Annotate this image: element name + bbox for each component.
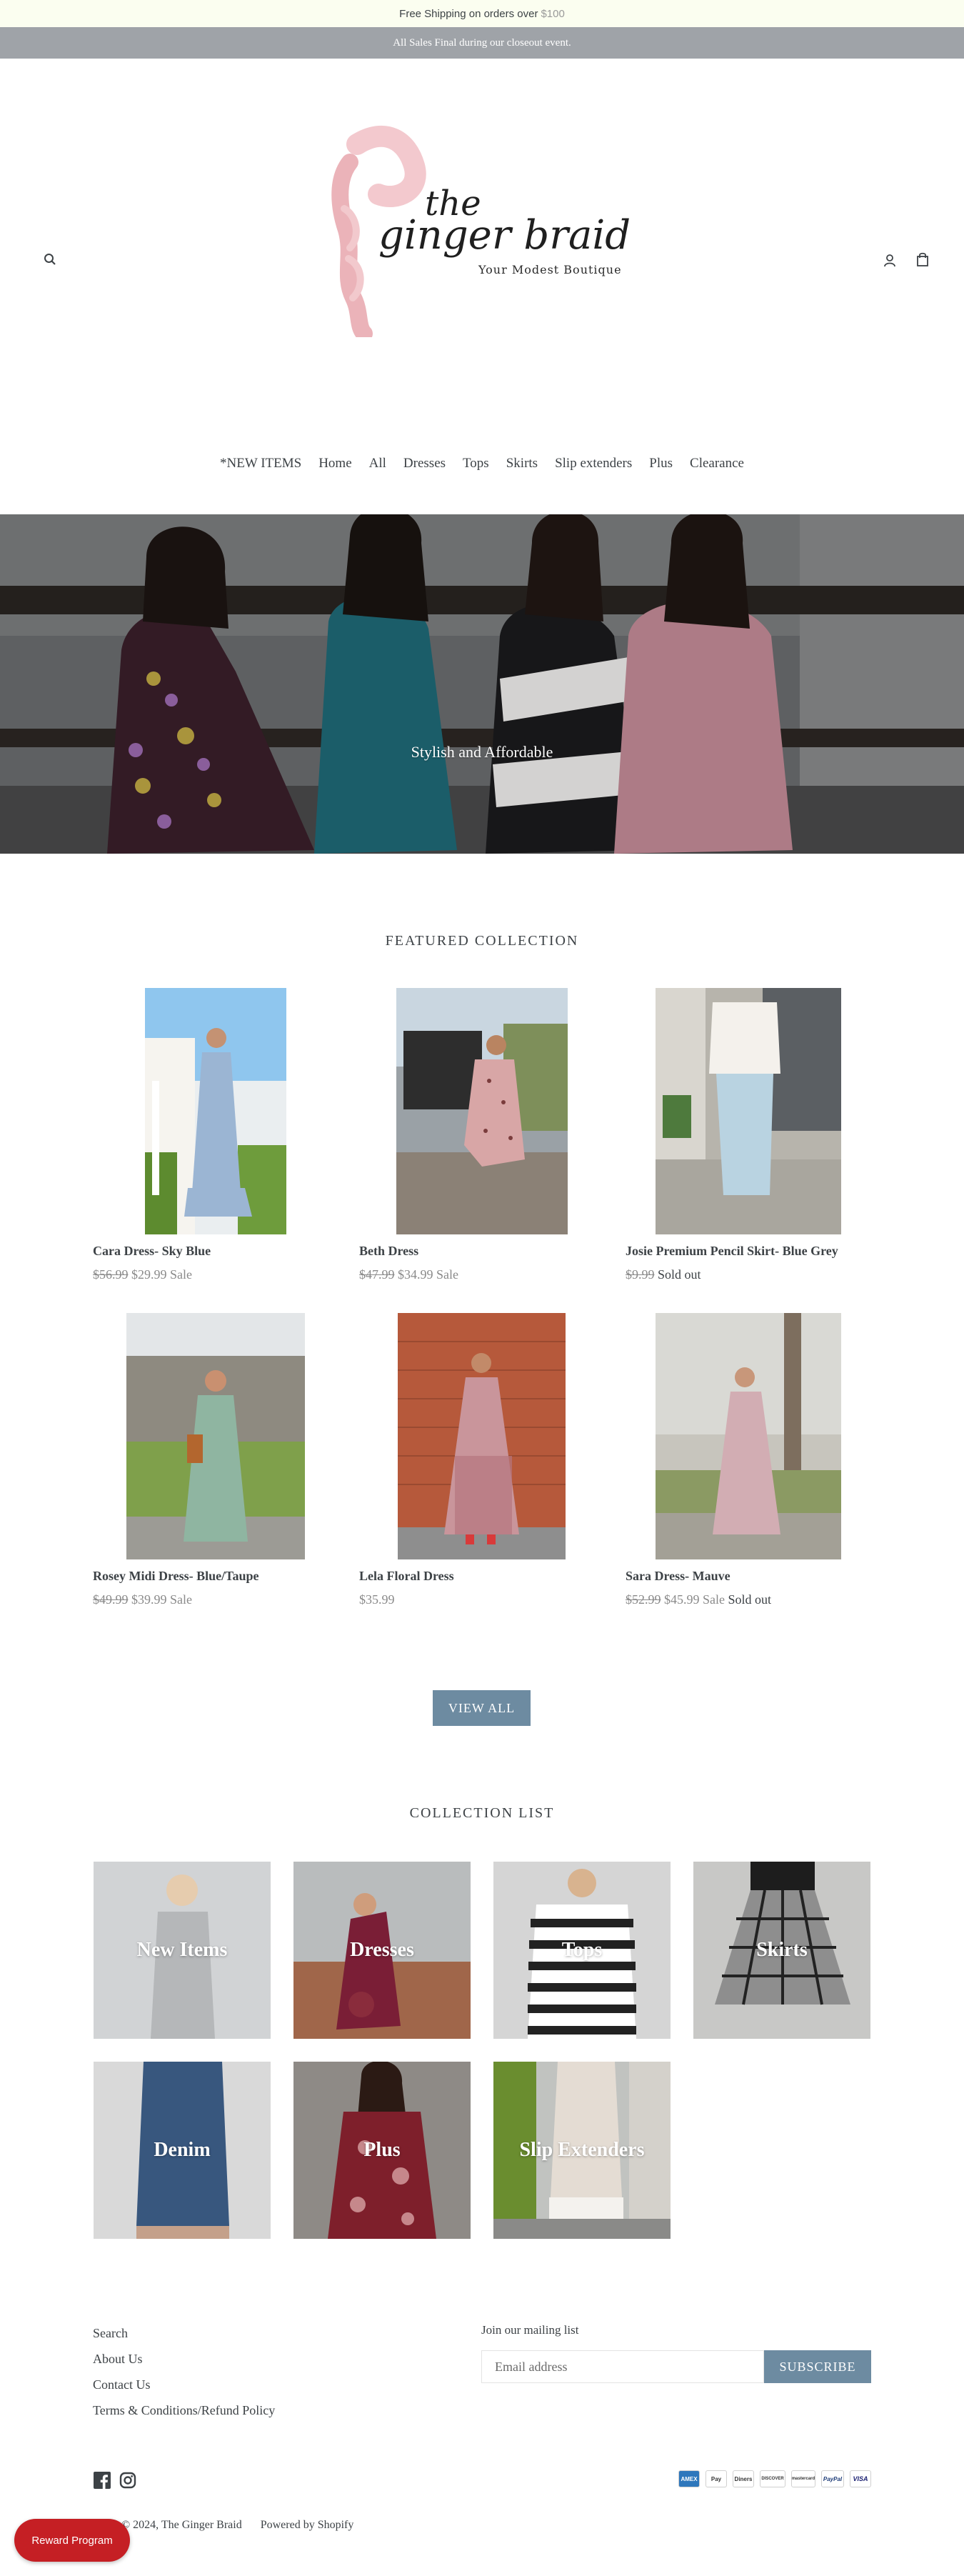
logo-wordmark: ginger braid: [378, 212, 631, 259]
collection-tile-new-items[interactable]: New Items: [94, 1862, 271, 2039]
product-price: $49.99 $39.99 Sale: [93, 1592, 192, 1607]
powered-by-shopify[interactable]: Powered by Shopify: [261, 2519, 354, 2531]
subscribe-button[interactable]: SUBSCRIBE: [764, 2350, 871, 2383]
collection-list-title: COLLECTION LIST: [409, 1805, 555, 1821]
sale-badge: Sale: [703, 1592, 725, 1607]
collection-tile-slip-extenders[interactable]: Slip Extenders: [493, 2062, 671, 2239]
collection-label: Skirts: [756, 1939, 808, 1961]
logo-tagline: Your Modest Boutique: [478, 263, 622, 276]
amex-icon: AMEX: [678, 2470, 700, 2487]
sold-out-label: Sold out: [658, 1267, 701, 1282]
discover-icon: DISCOVER: [760, 2470, 785, 2487]
product-price: $9.99 Sold out: [626, 1267, 701, 1282]
mailing-list-title: Join our mailing list: [481, 2323, 579, 2337]
featured-collection-title: FEATURED COLLECTION: [385, 933, 579, 949]
sale-price: $34.99: [398, 1267, 433, 1282]
main-nav: *NEW ITEMS Home All Dresses Tops Skirts …: [0, 456, 964, 471]
sale-badge: Sale: [170, 1592, 192, 1607]
store-logo[interactable]: the ginger braid Your Modest Boutique: [328, 123, 631, 342]
sale-badge: Sale: [170, 1267, 192, 1282]
hero-caption: Stylish and Affordable: [411, 743, 553, 761]
product-name[interactable]: Sara Dress- Mauve: [626, 1569, 730, 1584]
hero-banner-image: [0, 514, 964, 854]
nav-slip-extenders[interactable]: Slip extenders: [546, 456, 641, 471]
footer-link-search[interactable]: Search: [93, 2326, 128, 2341]
collection-label: Plus: [363, 2139, 401, 2161]
collection-tile-skirts[interactable]: Skirts: [693, 1862, 870, 2039]
nav-new-items[interactable]: *NEW ITEMS: [211, 456, 310, 471]
collection-label: New Items: [136, 1939, 228, 1961]
product-price: $47.99 $34.99 Sale: [359, 1267, 458, 1282]
collection-label: Tops: [561, 1939, 603, 1961]
collection-tile-denim[interactable]: Denim: [94, 2062, 271, 2239]
sale-announcement: All Sales Final during our closeout even…: [0, 27, 964, 59]
footer-link-about[interactable]: About Us: [93, 2352, 143, 2367]
apple-pay-icon: Pay: [706, 2470, 727, 2487]
person-icon[interactable]: [879, 250, 900, 271]
product-image[interactable]: [126, 1313, 305, 1559]
facebook-icon[interactable]: [94, 2472, 111, 2489]
reward-program-button[interactable]: Reward Program: [14, 2519, 130, 2562]
product-price: $56.99 $29.99 Sale: [93, 1267, 192, 1282]
collection-label: Denim: [154, 2139, 211, 2161]
product-name[interactable]: Beth Dress: [359, 1244, 418, 1259]
product-price: $35.99: [359, 1592, 395, 1607]
sold-out-label: Sold out: [728, 1592, 772, 1607]
collection-tile-plus[interactable]: Plus: [293, 2062, 471, 2239]
sale-price: $39.99: [131, 1592, 167, 1607]
footer-link-contact[interactable]: Contact Us: [93, 2377, 151, 2392]
sale-badge: Sale: [436, 1267, 458, 1282]
compare-price: $49.99: [93, 1592, 129, 1607]
compare-price: $47.99: [359, 1267, 395, 1282]
collection-tile-tops[interactable]: Tops: [493, 1862, 671, 2039]
nav-dresses[interactable]: Dresses: [395, 456, 454, 471]
collection-label: Slip Extenders: [519, 2139, 645, 2161]
diners-club-icon: Diners: [733, 2470, 754, 2487]
visa-icon: VISA: [850, 2470, 871, 2487]
instagram-icon[interactable]: [119, 2472, 136, 2489]
product-name[interactable]: Rosey Midi Dress- Blue/Taupe: [93, 1569, 259, 1584]
product-name[interactable]: Josie Premium Pencil Skirt- Blue Grey: [626, 1244, 838, 1259]
product-image[interactable]: [656, 988, 841, 1234]
collection-tile-dresses[interactable]: Dresses: [293, 1862, 471, 2039]
bag-icon[interactable]: [912, 249, 933, 270]
view-all-button[interactable]: VIEW ALL: [433, 1690, 531, 1726]
footer-link-terms[interactable]: Terms & Conditions/Refund Policy: [93, 2403, 275, 2418]
shipping-announcement: Free Shipping on orders over $100: [0, 0, 964, 27]
shipping-amount: $100: [541, 7, 565, 20]
copyright: © 2024, The Ginger Braid Powered by Shop…: [121, 2519, 353, 2532]
product-image[interactable]: [656, 1313, 841, 1559]
compare-price: $9.99: [626, 1267, 655, 1282]
sale-price: $29.99: [131, 1267, 167, 1282]
mastercard-icon: mastercard: [791, 2470, 815, 2487]
compare-price: $52.99: [626, 1592, 661, 1607]
paypal-icon: PayPal: [821, 2470, 844, 2487]
sale-price: $45.99: [664, 1592, 700, 1607]
compare-price: $56.99: [93, 1267, 129, 1282]
product-name[interactable]: Lela Floral Dress: [359, 1569, 454, 1584]
copyright-text: © 2024, The Ginger Braid: [121, 2519, 242, 2531]
nav-tops[interactable]: Tops: [454, 456, 498, 471]
regular-price: $35.99: [359, 1592, 395, 1607]
nav-skirts[interactable]: Skirts: [498, 456, 546, 471]
product-image[interactable]: [398, 1313, 566, 1559]
search-icon[interactable]: [39, 249, 61, 270]
product-image[interactable]: [396, 988, 568, 1234]
product-price: $52.99 $45.99 Sale Sold out: [626, 1592, 771, 1607]
product-image[interactable]: [145, 988, 286, 1234]
collection-label: Dresses: [350, 1939, 414, 1961]
email-field[interactable]: [481, 2350, 764, 2383]
nav-clearance[interactable]: Clearance: [681, 456, 753, 471]
nav-plus[interactable]: Plus: [641, 456, 681, 471]
nav-home[interactable]: Home: [310, 456, 360, 471]
product-name[interactable]: Cara Dress- Sky Blue: [93, 1244, 211, 1259]
shipping-text: Free Shipping on orders over: [399, 7, 538, 20]
nav-all[interactable]: All: [361, 456, 395, 471]
